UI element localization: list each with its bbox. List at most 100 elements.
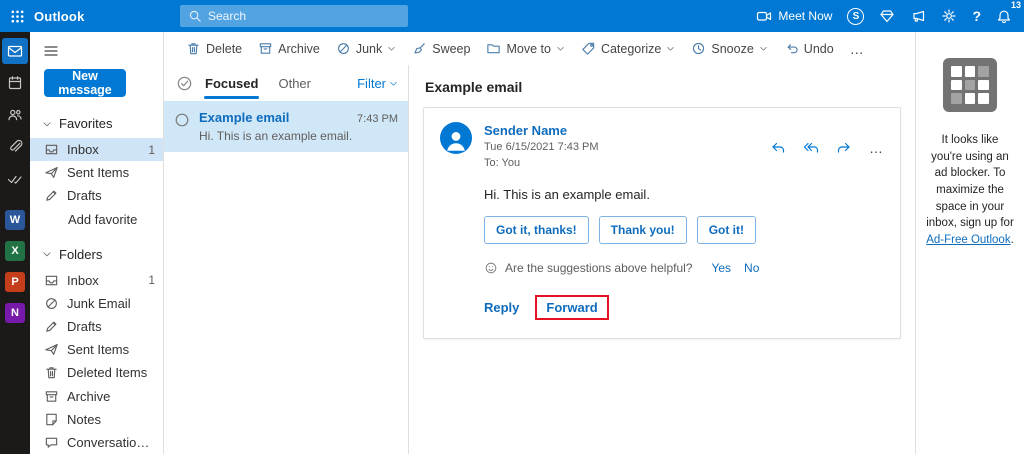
onenote-app-icon[interactable]: N xyxy=(5,303,25,323)
toolbar-overflow-button[interactable]: … xyxy=(842,36,874,62)
mail-list-item[interactable]: Example email 7:43 PM Hi. This is an exa… xyxy=(164,101,408,152)
toolbar-sweep-button[interactable]: Sweep xyxy=(404,36,478,61)
sidebar-favorite-drafts[interactable]: Drafts xyxy=(30,184,163,207)
topbar-actions: Meet Now S ? xyxy=(756,7,1024,25)
chevron-down-icon xyxy=(759,44,768,53)
toolbar-move-to-button[interactable]: Move to xyxy=(478,36,572,61)
message-select-circle[interactable] xyxy=(174,112,190,143)
suggested-reply-button[interactable]: Got it, thanks! xyxy=(484,216,589,244)
select-all-button[interactable] xyxy=(176,75,193,92)
sidebar-favorite-sent-items[interactable]: Sent Items xyxy=(30,161,163,184)
chevron-down-icon xyxy=(387,44,396,53)
tag-icon xyxy=(581,41,596,56)
inbox-icon xyxy=(44,142,59,157)
excel-app-icon[interactable]: X xyxy=(5,241,25,261)
sidebar-folder-inbox[interactable]: Inbox 1 xyxy=(30,269,163,292)
message-more-button[interactable]: … xyxy=(869,143,884,153)
skype-button[interactable]: S xyxy=(847,8,864,25)
powerpoint-app-icon[interactable]: P xyxy=(5,272,25,292)
forward-link-annotated[interactable]: Forward xyxy=(535,295,608,320)
sidebar-folder-junk-email[interactable]: Junk Email xyxy=(30,292,163,315)
search-input[interactable] xyxy=(208,9,400,23)
note-icon xyxy=(44,412,59,427)
forward-icon-button[interactable] xyxy=(836,140,852,156)
app-launcher-button[interactable] xyxy=(0,0,34,32)
tab-other[interactable]: Other xyxy=(268,67,321,100)
chevron-down-icon xyxy=(42,119,52,129)
reply-arrow-icon xyxy=(770,140,786,156)
tab-focused[interactable]: Focused xyxy=(195,67,268,100)
mail-icon xyxy=(7,43,23,59)
clock-icon xyxy=(691,41,706,56)
feedback-prompt: Are the suggestions above helpful? xyxy=(505,261,692,275)
help-button[interactable]: ? xyxy=(972,8,981,24)
search-box[interactable] xyxy=(180,5,408,27)
notifications-button[interactable]: 13 xyxy=(996,7,1012,25)
toolbar-delete-button[interactable]: Delete xyxy=(178,36,250,61)
rail-todo-button[interactable] xyxy=(2,166,28,192)
folders-title: Folders xyxy=(59,247,102,262)
person-icon xyxy=(443,128,469,154)
main-content: Delete Archive Junk Sweep xyxy=(163,32,915,454)
people-icon xyxy=(7,107,23,123)
rail-attachments-button[interactable] xyxy=(2,134,28,160)
message-actions: … xyxy=(770,122,884,171)
sidebar-folder-deleted-items[interactable]: Deleted Items xyxy=(30,361,163,384)
reply-icon-button[interactable] xyxy=(770,140,786,156)
favorites-title: Favorites xyxy=(59,116,112,131)
folders-section-header[interactable]: Folders xyxy=(30,238,163,269)
message-timestamp: Tue 6/15/2021 7:43 PM xyxy=(484,140,599,155)
rail-calendar-button[interactable] xyxy=(2,70,28,96)
rail-mail-button[interactable] xyxy=(2,38,28,64)
sidebar-folder-notes[interactable]: Notes xyxy=(30,408,163,431)
ad-free-outlook-link[interactable]: Ad-Free Outlook xyxy=(926,234,1010,246)
toolbar-categorize-button[interactable]: Categorize xyxy=(573,36,683,61)
sidebar-favorite-inbox[interactable]: Inbox 1 xyxy=(30,138,163,161)
reply-link[interactable]: Reply xyxy=(484,300,519,315)
meet-now-button[interactable]: Meet Now xyxy=(756,8,832,24)
reply-all-icon-button[interactable] xyxy=(803,140,819,156)
reply-all-arrow-icon xyxy=(803,140,819,156)
toolbar-junk-button[interactable]: Junk xyxy=(328,36,404,61)
mail-subject: Example email xyxy=(199,110,357,125)
toolbar-undo-button[interactable]: Undo xyxy=(776,36,842,61)
filter-button[interactable]: Filter xyxy=(357,76,398,91)
sidebar-folder-conversation-history[interactable]: Conversation Hist... xyxy=(30,431,163,454)
mail-time: 7:43 PM xyxy=(357,113,398,125)
sidebar-folder-archive[interactable]: Archive xyxy=(30,384,163,407)
respond-actions: Reply Forward xyxy=(484,295,884,320)
hamburger-icon xyxy=(43,43,59,59)
feedback-yes-link[interactable]: Yes xyxy=(711,261,731,275)
sidebar-folder-sent-items[interactable]: Sent Items xyxy=(30,338,163,361)
toolbar-archive-button[interactable]: Archive xyxy=(250,36,328,61)
settings-button[interactable] xyxy=(941,8,957,24)
inbox-icon xyxy=(44,273,59,288)
top-app-bar: Outlook Meet Now S xyxy=(0,0,1024,32)
feedback-no-link[interactable]: No xyxy=(744,261,759,275)
sender-name[interactable]: Sender Name xyxy=(484,122,599,140)
folder-icon xyxy=(486,41,501,56)
add-favorite-button[interactable]: Add favorite xyxy=(30,208,163,231)
favorites-section-header[interactable]: Favorites xyxy=(30,107,163,138)
forward-arrow-icon xyxy=(836,140,852,156)
word-app-icon[interactable]: W xyxy=(5,210,25,230)
notification-count-badge: 13 xyxy=(1011,0,1021,10)
unread-count: 1 xyxy=(148,143,155,157)
skype-icon: S xyxy=(847,8,864,25)
new-message-button[interactable]: New message xyxy=(44,69,126,97)
message-body: Hi. This is an example email. xyxy=(484,187,884,202)
rail-people-button[interactable] xyxy=(2,102,28,128)
trash-icon xyxy=(186,41,201,56)
suggested-reply-button[interactable]: Thank you! xyxy=(599,216,687,244)
chevron-down-icon xyxy=(556,44,565,53)
toolbar-snooze-button[interactable]: Snooze xyxy=(683,36,775,61)
megaphone-icon xyxy=(910,8,926,24)
sender-avatar[interactable] xyxy=(440,122,472,154)
whats-new-button[interactable] xyxy=(910,8,926,24)
premium-button[interactable] xyxy=(879,8,895,24)
suggested-reply-button[interactable]: Got it! xyxy=(697,216,756,244)
hamburger-menu-button[interactable] xyxy=(30,32,163,63)
message-list-header: Focused Other Filter xyxy=(164,65,408,101)
sidebar-folder-drafts[interactable]: Drafts xyxy=(30,315,163,338)
undo-icon xyxy=(784,41,799,56)
